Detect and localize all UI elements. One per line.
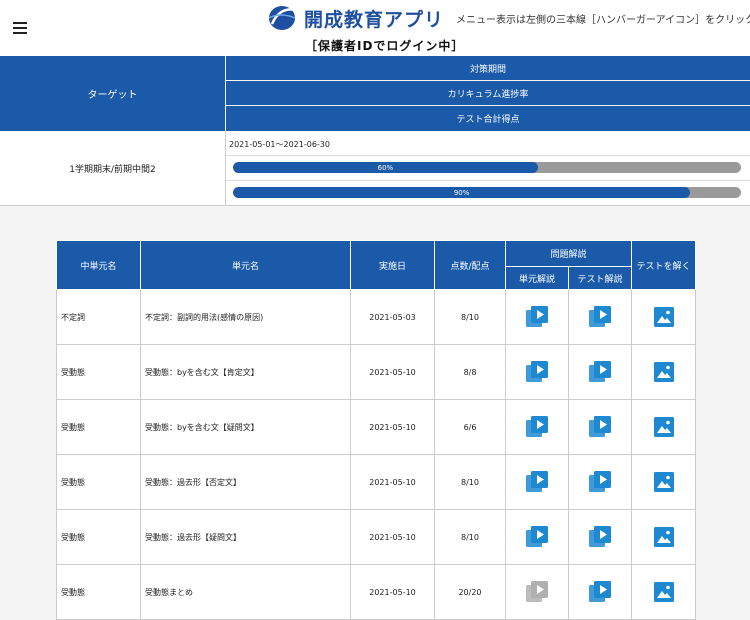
period-header: 対策期間	[226, 56, 750, 80]
solve-test-cell	[631, 289, 697, 345]
test-video-icon[interactable]	[588, 525, 612, 549]
target-header: ターゲット	[0, 56, 225, 131]
unit-explanation-cell	[505, 289, 569, 345]
app-title: 開成教育アプリ	[304, 8, 445, 31]
test-explanation-cell	[567, 564, 633, 620]
menu-hint: メニュー表示は左側の三本線［ハンバーガーアイコン］をクリック	[456, 15, 750, 26]
score-cell: 8/10	[434, 509, 506, 565]
test-video-icon[interactable]	[588, 305, 612, 329]
unit-explanation-cell	[505, 509, 569, 565]
middle-unit-cell: 受動態	[56, 564, 141, 620]
col-score: 点数/配点	[434, 240, 506, 290]
test-image-icon[interactable]	[652, 305, 676, 329]
divider	[226, 155, 750, 156]
solve-test-cell	[631, 399, 697, 455]
solve-test-cell	[631, 344, 697, 400]
curriculum-progress-header: カリキュラム進捗率	[226, 81, 750, 105]
unit-video-icon[interactable]	[525, 415, 549, 439]
score-cell: 20/20	[434, 564, 506, 620]
unit-cell: 不定詞：副詞的用法(感情の原因)	[140, 289, 351, 345]
test-image-icon[interactable]	[652, 470, 676, 494]
unit-cell: 受動態：過去形【否定文】	[140, 454, 351, 510]
unit-explanation-cell	[505, 399, 569, 455]
unit-cell: 受動態：過去形【疑問文】	[140, 509, 351, 565]
table-row: 受動態 受動態まとめ 2021-05-10 20/20	[56, 564, 697, 620]
curriculum-progress-fill: 60%	[233, 162, 538, 173]
logo-globe-icon	[268, 6, 297, 30]
test-explanation-cell	[567, 509, 633, 565]
table-row: 受動態 受動態：過去形【否定文】 2021-05-10 8/10	[56, 454, 697, 510]
col-unit: 単元名	[140, 240, 351, 290]
solve-test-cell	[631, 509, 697, 565]
middle-unit-cell: 受動態	[56, 399, 141, 455]
test-image-icon[interactable]	[652, 525, 676, 549]
unit-explanation-cell	[505, 564, 569, 620]
curriculum-progress-bar: 60%	[233, 162, 741, 173]
middle-unit-cell: 受動態	[56, 344, 141, 400]
solve-test-cell	[631, 454, 697, 510]
unit-cell: 受動態まとめ	[140, 564, 351, 620]
hamburger-menu-icon[interactable]	[13, 22, 27, 34]
test-explanation-cell	[567, 289, 633, 345]
col-solve-test: テストを解く	[631, 240, 697, 290]
table-row: 受動態 受動態：byを含む文【疑問文】 2021-05-10 6/6	[56, 399, 697, 455]
target-summary: ターゲット 対策期間 カリキュラム進捗率 テスト合計得点 1学期期末/前期中間2…	[0, 56, 750, 206]
score-cell: 6/6	[434, 399, 506, 455]
period-value: 2021-05-01～2021-06-30	[229, 140, 330, 149]
term-name: 1学期期末/前期中間2	[0, 131, 226, 205]
units-table-body: 不定詞 不定詞：副詞的用法(感情の原因) 2021-05-03 8/10 受動態 受動態：…	[56, 289, 697, 620]
unit-cell: 受動態：byを含む文【疑問文】	[140, 399, 351, 455]
date-cell: 2021-05-03	[350, 289, 435, 345]
middle-unit-cell: 受動態	[56, 454, 141, 510]
unit-video-icon[interactable]	[525, 525, 549, 549]
app-logo: 開成教育アプリ	[266, 4, 444, 32]
unit-video-icon[interactable]	[525, 360, 549, 384]
test-video-icon[interactable]	[588, 360, 612, 384]
date-cell: 2021-05-10	[350, 564, 435, 620]
unit-explanation-cell	[505, 454, 569, 510]
divider	[226, 180, 750, 181]
app-header: 開成教育アプリ メニュー表示は左側の三本線［ハンバーガーアイコン］をクリック ［…	[0, 0, 750, 56]
test-image-icon[interactable]	[652, 360, 676, 384]
test-video-icon[interactable]	[588, 415, 612, 439]
test-image-icon[interactable]	[652, 580, 676, 604]
score-cell: 8/8	[434, 344, 506, 400]
unit-video-icon	[525, 580, 549, 604]
unit-video-icon[interactable]	[525, 470, 549, 494]
middle-unit-cell: 受動態	[56, 509, 141, 565]
test-explanation-cell	[567, 344, 633, 400]
date-cell: 2021-05-10	[350, 509, 435, 565]
col-unit-explanation: 単元解説	[505, 266, 569, 290]
test-video-icon[interactable]	[588, 470, 612, 494]
test-video-icon[interactable]	[588, 580, 612, 604]
middle-unit-cell: 不定詞	[56, 289, 141, 345]
date-cell: 2021-05-10	[350, 454, 435, 510]
test-total-header: テスト合計得点	[226, 106, 750, 131]
col-middle-unit: 中単元名	[56, 240, 141, 290]
test-image-icon[interactable]	[652, 415, 676, 439]
test-score-fill: 90%	[233, 187, 691, 198]
col-test-explanation: テスト解説	[567, 266, 633, 290]
table-row: 受動態 受動態：byを含む文【肯定文】 2021-05-10 8/8	[56, 344, 697, 400]
unit-cell: 受動態：byを含む文【肯定文】	[140, 344, 351, 400]
unit-video-icon[interactable]	[525, 305, 549, 329]
test-score-bar: 90%	[233, 187, 741, 198]
test-explanation-cell	[567, 399, 633, 455]
units-table: 中単元名 単元名 実施日 点数/配点 問題解説 テストを解く 単元解説 テスト解…	[56, 240, 697, 620]
col-explanation: 問題解説	[504, 240, 633, 267]
date-cell: 2021-05-10	[350, 399, 435, 455]
unit-explanation-cell	[505, 344, 569, 400]
test-explanation-cell	[567, 454, 633, 510]
table-row: 不定詞 不定詞：副詞的用法(感情の原因) 2021-05-03 8/10	[56, 289, 697, 345]
login-status: ［保護者IDでログイン中］	[305, 39, 465, 53]
score-cell: 8/10	[434, 454, 506, 510]
score-cell: 8/10	[434, 289, 506, 345]
table-row: 受動態 受動態：過去形【疑問文】 2021-05-10 8/10	[56, 509, 697, 565]
summary-row: 1学期期末/前期中間2 2021-05-01～2021-06-30 60% 90…	[0, 131, 750, 206]
solve-test-cell	[631, 564, 697, 620]
col-date: 実施日	[350, 240, 435, 290]
date-cell: 2021-05-10	[350, 344, 435, 400]
